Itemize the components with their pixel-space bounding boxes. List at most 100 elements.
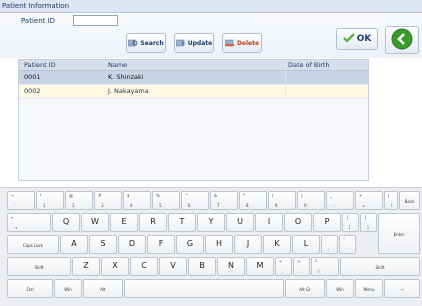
key-backtick[interactable]: ~ ` — [7, 191, 35, 210]
key-p[interactable]: P — [313, 213, 341, 232]
key-char: O — [294, 217, 302, 226]
key-o[interactable]: O — [284, 213, 312, 232]
key-slash[interactable]: ? / — [311, 257, 339, 276]
header-patient-id[interactable]: Patient ID — [19, 60, 108, 70]
key-3[interactable]: #3 — [94, 191, 122, 210]
key-comma[interactable]: <, — [275, 257, 292, 276]
key-i[interactable]: I — [255, 213, 283, 232]
key-char: 9 — [275, 203, 278, 208]
update-button[interactable]: Update — [174, 33, 214, 53]
key-char: A — [71, 239, 77, 248]
key-5[interactable]: % 5 — [152, 191, 180, 210]
key-left-win[interactable]: Win — [54, 279, 82, 298]
key-backslash[interactable]: | \ — [384, 191, 398, 210]
key-b[interactable]: B — [188, 257, 216, 276]
key-e[interactable]: E — [110, 213, 138, 232]
key-1[interactable]: ! 1 — [36, 191, 64, 210]
key-m[interactable]: M — [246, 257, 274, 276]
key-shift-char: ) — [301, 193, 303, 198]
key-label: Back — [404, 199, 415, 204]
key-space[interactable] — [124, 279, 284, 298]
key-r[interactable]: R — [139, 213, 167, 232]
header-name[interactable]: Name — [108, 60, 285, 70]
search-button[interactable]: Search — [126, 33, 166, 53]
key-left-shift[interactable]: Shift — [7, 257, 71, 276]
key-c[interactable]: C — [130, 257, 158, 276]
key-8[interactable]: * 8 — [239, 191, 267, 210]
key-enter[interactable]: Enter — [378, 213, 420, 254]
search-button-label: Search — [140, 39, 164, 47]
key-period[interactable]: >. — [293, 257, 310, 276]
key-label: → — [400, 287, 404, 292]
exit-button[interactable] — [385, 26, 419, 54]
key-quote[interactable]: " ' — [339, 235, 356, 254]
key-2[interactable]: @2 — [65, 191, 93, 210]
key-a[interactable]: A — [60, 235, 88, 254]
key-equals[interactable]: + = — [355, 191, 383, 210]
key-g[interactable]: G — [176, 235, 204, 254]
key-close-bracket[interactable]: }] — [360, 213, 377, 232]
key-0[interactable]: ) 0 — [297, 191, 325, 210]
key-label: Caps Lock — [22, 243, 44, 248]
key-shift-char: * — [243, 193, 245, 198]
key-char: ' — [346, 247, 348, 252]
key-x[interactable]: X — [101, 257, 129, 276]
key-u[interactable]: U — [226, 213, 254, 232]
key-char: - — [333, 203, 335, 208]
key-right-ctrl[interactable]: → — [384, 279, 420, 298]
key-v[interactable]: V — [159, 257, 187, 276]
key-s[interactable]: S — [89, 235, 117, 254]
key-shift-char: { — [346, 215, 349, 220]
key-t[interactable]: T — [168, 213, 196, 232]
key-char: . — [300, 269, 302, 274]
key-alt[interactable]: Alt — [83, 279, 123, 298]
key-l[interactable]: L — [292, 235, 320, 254]
key-k[interactable]: K — [263, 235, 291, 254]
header-date-of-birth[interactable]: Date of Birth — [285, 60, 368, 70]
key-n[interactable]: N — [217, 257, 245, 276]
ok-button[interactable]: OK — [336, 28, 378, 50]
key-label: Enter — [393, 232, 405, 237]
update-button-label: Update — [187, 39, 213, 47]
key-label: Win — [336, 287, 344, 292]
search-icon — [128, 39, 138, 47]
key-shift-char: ^ — [185, 193, 189, 198]
delete-button[interactable]: Delete — [222, 33, 262, 53]
table-row[interactable]: 0002 J. Nakayama — [19, 85, 368, 99]
key-left-ctrl[interactable]: Ctrl — [7, 279, 53, 298]
key-char: E — [121, 217, 127, 226]
key-char: R — [150, 217, 156, 226]
key-f[interactable]: F — [147, 235, 175, 254]
table-row[interactable]: 0001 K. Shinzaki — [19, 71, 368, 85]
key-tab[interactable]: ← → — [7, 213, 51, 232]
key-j[interactable]: J — [234, 235, 262, 254]
key-alt-gr[interactable]: Alt Gr — [285, 279, 325, 298]
delete-icon — [224, 39, 235, 47]
key-w[interactable]: W — [81, 213, 109, 232]
key-h[interactable]: H — [205, 235, 233, 254]
key-caps-lock[interactable]: Caps Lock — [7, 235, 59, 254]
key-char: F — [158, 239, 164, 248]
patient-grid[interactable]: Patient ID Name Date of Birth 0001 K. Sh… — [18, 59, 369, 181]
key-7[interactable]: & 7 — [210, 191, 238, 210]
key-open-bracket[interactable]: {[ — [342, 213, 359, 232]
key-9[interactable]: (9 — [268, 191, 296, 210]
key-char: Z — [83, 261, 89, 270]
key-6[interactable]: ^ 6 — [181, 191, 209, 210]
cell-name: J. Nakayama — [108, 87, 149, 95]
key-right-shift[interactable]: Shift — [340, 257, 420, 276]
grid-header: Patient ID Name Date of Birth — [19, 60, 368, 71]
key-4[interactable]: $4 — [123, 191, 151, 210]
key-d[interactable]: D — [118, 235, 146, 254]
key-minus[interactable]: _ - — [326, 191, 354, 210]
key-back[interactable]: Back — [399, 191, 420, 210]
key-y[interactable]: Y — [197, 213, 225, 232]
key-menu[interactable]: Menu — [355, 279, 383, 298]
key-semicolon[interactable]: :; — [321, 235, 338, 254]
exit-icon — [391, 28, 413, 52]
key-z[interactable]: Z — [72, 257, 100, 276]
key-shift-char: ← — [11, 215, 15, 220]
patient-id-input[interactable] — [73, 15, 118, 26]
key-right-win[interactable]: Win — [326, 279, 354, 298]
key-q[interactable]: Q — [52, 213, 80, 232]
